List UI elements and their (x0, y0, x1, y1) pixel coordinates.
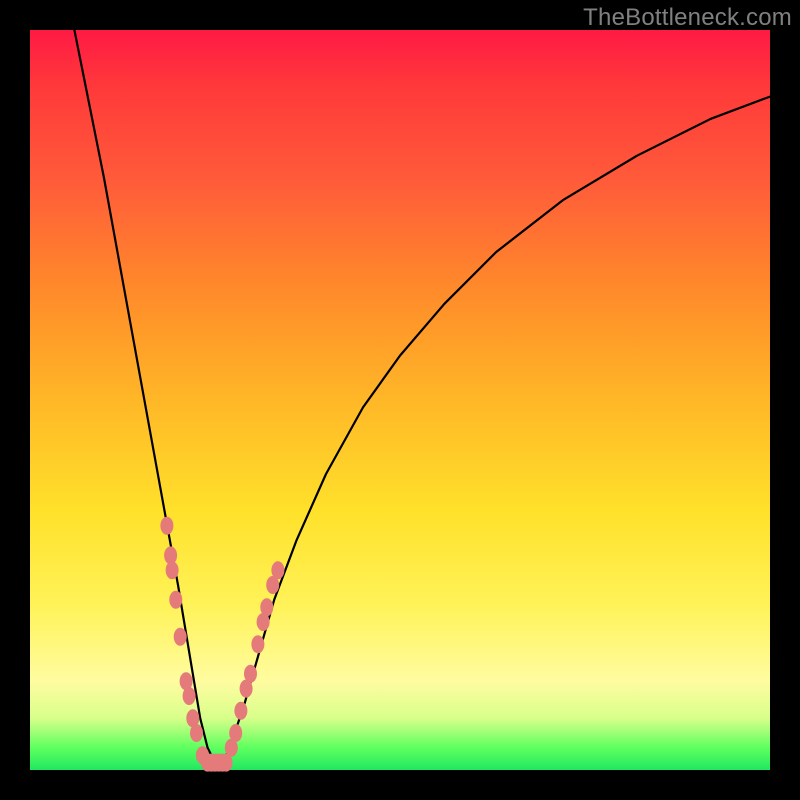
highlight-dot (166, 561, 179, 579)
highlight-dot (169, 591, 182, 609)
highlight-dot (244, 665, 257, 683)
highlight-dot (190, 724, 203, 742)
plot-area (30, 30, 770, 770)
watermark-text: TheBottleneck.com (583, 4, 792, 32)
highlight-dot (234, 702, 247, 720)
highlight-dot (251, 635, 264, 653)
highlight-dot (174, 628, 187, 646)
highlight-dot (260, 598, 273, 616)
highlight-dot (183, 687, 196, 705)
highlight-dot (229, 724, 242, 742)
chart-frame: TheBottleneck.com (0, 0, 800, 800)
curve-layer (30, 30, 770, 770)
highlight-dot (160, 517, 173, 535)
highlight-dot (271, 561, 284, 579)
highlight-dots (160, 517, 284, 772)
bottleneck-curve (74, 30, 770, 763)
